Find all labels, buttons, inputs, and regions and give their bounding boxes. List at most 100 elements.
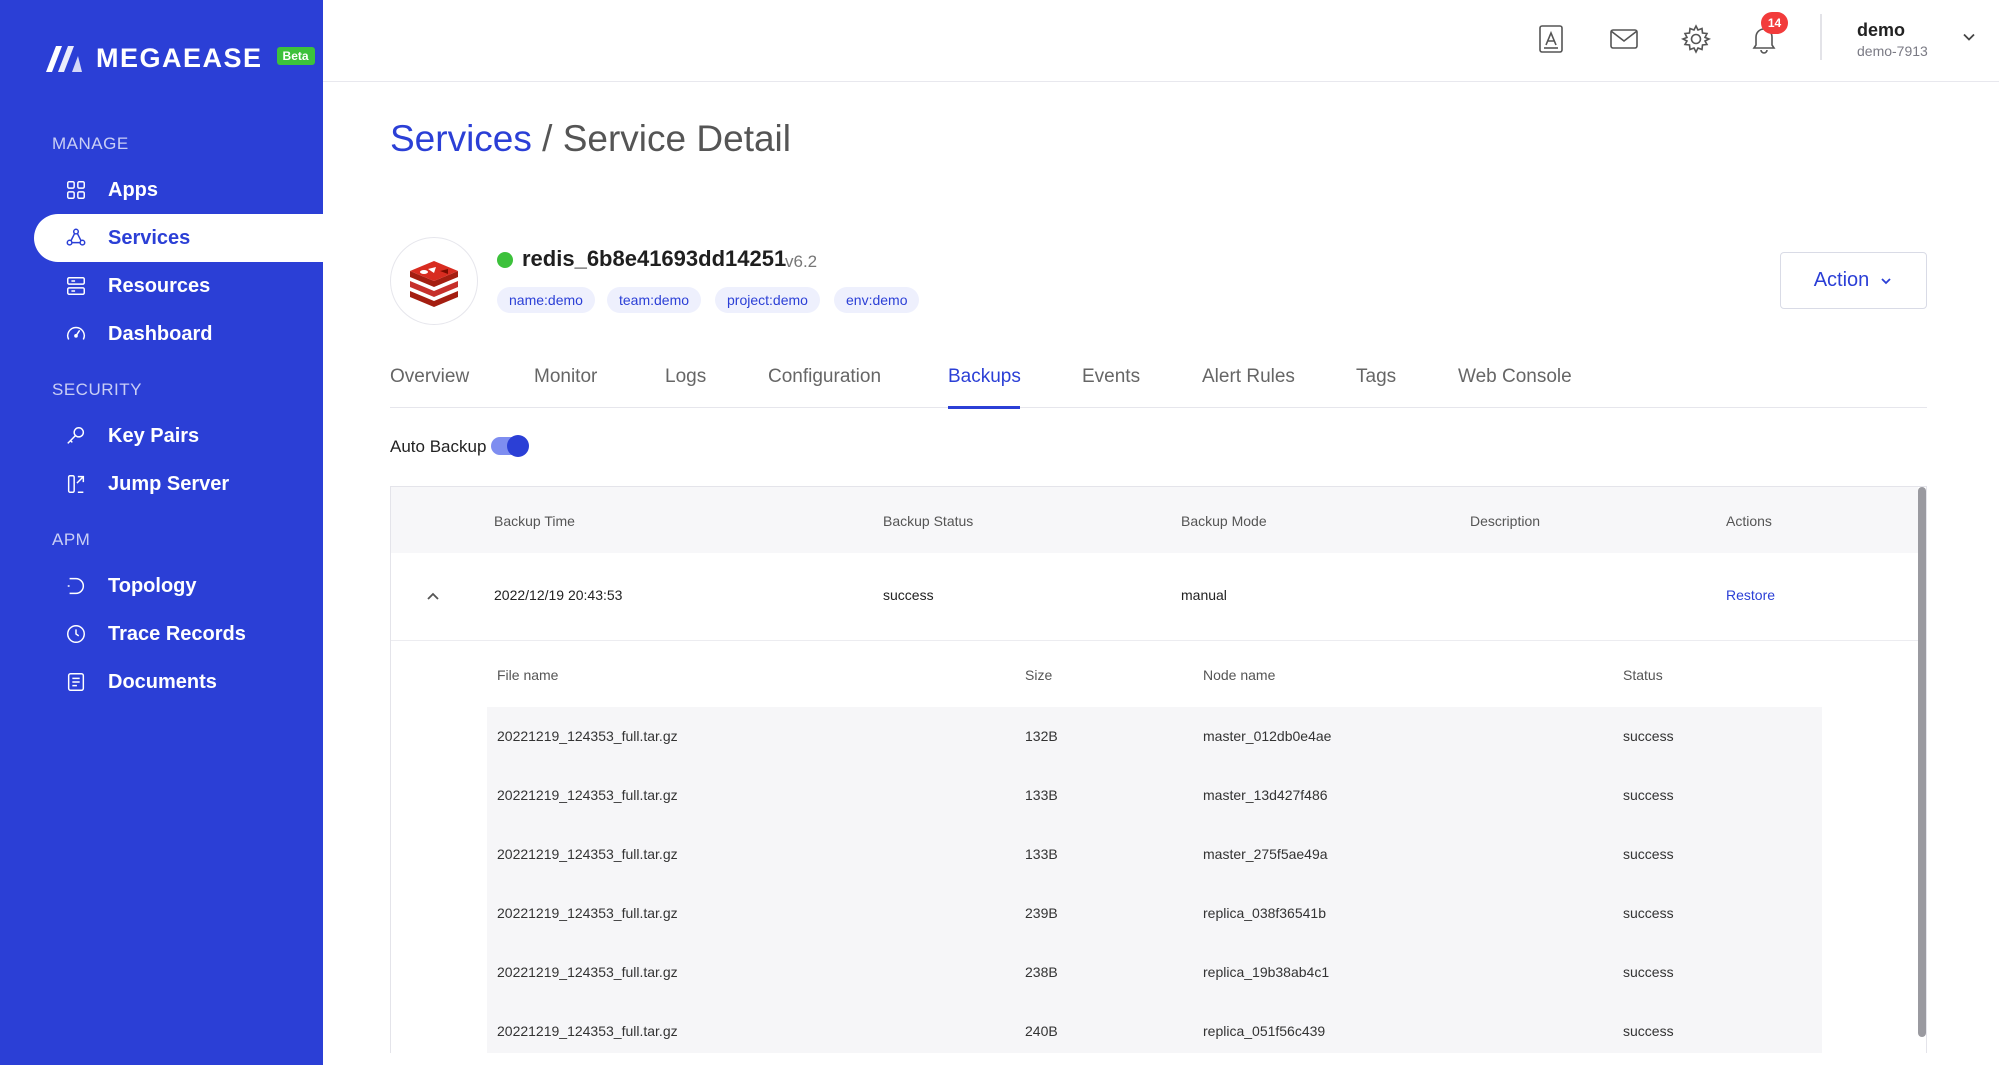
service-version: v6.2 [785, 252, 818, 271]
key-icon [64, 424, 88, 448]
user-id: demo-7913 [1857, 43, 1928, 59]
table-row: 2022/12/19 20:43:53 success manual Resto… [391, 553, 1918, 641]
table-row: 20221219_124353_full.tar.gz 240B replica… [487, 1002, 1822, 1053]
file-size: 238B [1025, 964, 1058, 980]
tab-events[interactable]: Events [1082, 366, 1140, 388]
node-name: master_275f5ae49a [1203, 846, 1328, 862]
sidebar-item-jump-server[interactable]: Jump Server [34, 460, 323, 508]
column-header: Actions [1726, 513, 1772, 529]
sidebar: MEGAEASE Beta MANAGE Apps Services Resou… [0, 0, 323, 1065]
node-name: replica_051f56c439 [1203, 1023, 1326, 1039]
backup-status: success [883, 587, 934, 603]
tab-monitor[interactable]: Monitor [534, 366, 597, 388]
tab-alert-rules[interactable]: Alert Rules [1202, 366, 1295, 388]
chevron-up-icon[interactable] [425, 589, 441, 605]
sidebar-item-trace-records[interactable]: Trace Records [34, 610, 323, 658]
breadcrumb-link-services[interactable]: Services [390, 118, 532, 159]
jump-server-icon [64, 472, 88, 496]
backup-mode: manual [1181, 587, 1227, 603]
tab-backups[interactable]: Backups [948, 366, 1021, 388]
file-name: 20221219_124353_full.tar.gz [497, 787, 678, 803]
service-logo [390, 237, 478, 325]
file-status: success [1623, 1023, 1674, 1039]
node-name: master_012db0e4ae [1203, 728, 1332, 744]
sidebar-item-topology[interactable]: Topology [34, 562, 323, 610]
gear-icon[interactable] [1677, 20, 1715, 58]
file-name: 20221219_124353_full.tar.gz [497, 905, 678, 921]
column-header: Backup Mode [1181, 513, 1267, 529]
megaease-logo-icon [46, 46, 82, 72]
chevron-down-icon [1881, 277, 1891, 284]
sidebar-item-dashboard[interactable]: Dashboard [34, 310, 323, 358]
beta-badge: Beta [276, 47, 315, 65]
file-status: success [1623, 846, 1674, 862]
sidebar-item-apps[interactable]: Apps [34, 166, 323, 214]
section-label-manage: MANAGE [52, 134, 129, 153]
file-name: 20221219_124353_full.tar.gz [497, 1023, 678, 1039]
file-name: 20221219_124353_full.tar.gz [497, 728, 678, 744]
redis-icon [410, 261, 458, 307]
mail-icon[interactable] [1605, 20, 1643, 58]
notification-badge: 14 [1761, 12, 1788, 34]
column-header: Status [1623, 667, 1663, 683]
breadcrumb: Services / Service Detail [390, 118, 791, 160]
sidebar-item-label: Trace Records [108, 622, 246, 645]
files-table-body: 20221219_124353_full.tar.gz 132B master_… [487, 707, 1822, 1053]
restore-link[interactable]: Restore [1726, 587, 1775, 603]
file-name: 20221219_124353_full.tar.gz [497, 964, 678, 980]
topology-icon [64, 574, 88, 598]
table-row: 20221219_124353_full.tar.gz 132B master_… [487, 707, 1822, 766]
column-header: Backup Status [883, 513, 974, 529]
column-header: Backup Time [494, 513, 575, 529]
sidebar-item-services[interactable]: Services [34, 214, 323, 262]
backup-time: 2022/12/19 20:43:53 [494, 587, 623, 603]
column-header: File name [497, 667, 559, 683]
files-table-header: File name Size Node name Status [487, 641, 1822, 707]
sidebar-item-label: Topology [108, 574, 197, 597]
sidebar-item-label: Key Pairs [108, 424, 200, 447]
sidebar-item-label: Services [108, 226, 191, 249]
clock-icon [64, 622, 88, 646]
table-scrollbar[interactable] [1918, 487, 1926, 1037]
tab-tags[interactable]: Tags [1356, 366, 1396, 388]
sidebar-item-label: Resources [108, 274, 211, 297]
translate-icon[interactable] [1532, 20, 1570, 58]
sidebar-item-label: Jump Server [108, 472, 230, 495]
node-name: replica_038f36541b [1203, 905, 1326, 921]
sidebar-item-resources[interactable]: Resources [34, 262, 323, 310]
document-icon [64, 670, 88, 694]
tab-configuration[interactable]: Configuration [768, 366, 881, 388]
sidebar-item-key-pairs[interactable]: Key Pairs [34, 412, 323, 460]
status-dot [497, 252, 513, 268]
chevron-down-icon[interactable] [1960, 28, 1978, 46]
action-button[interactable]: Action [1780, 252, 1927, 309]
tag-team: team:demo [607, 287, 702, 313]
auto-backup-label: Auto Backup [390, 437, 487, 456]
table-row: 20221219_124353_full.tar.gz 239B replica… [487, 884, 1822, 943]
backup-files-table: File name Size Node name Status 20221219… [487, 641, 1822, 1053]
action-button-label: Action [1813, 269, 1870, 291]
sidebar-item-documents[interactable]: Documents [34, 658, 323, 706]
backups-table: Backup Time Backup Status Backup Mode De… [390, 486, 1927, 1053]
file-size: 133B [1025, 787, 1058, 803]
header-divider [1820, 14, 1822, 60]
auto-backup-toggle[interactable] [491, 435, 529, 457]
user-name[interactable]: demo [1857, 20, 1905, 41]
brand-logo[interactable]: MEGAEASE Beta [44, 42, 315, 74]
tab-web-console[interactable]: Web Console [1458, 366, 1572, 388]
file-size: 240B [1025, 1023, 1058, 1039]
table-row: 20221219_124353_full.tar.gz 238B replica… [487, 943, 1822, 1002]
file-status: success [1623, 728, 1674, 744]
sidebar-item-label: Documents [108, 670, 217, 693]
tab-overview[interactable]: Overview [390, 366, 469, 388]
sidebar-item-label: Dashboard [108, 322, 213, 345]
sidebar-item-label: Apps [108, 178, 158, 201]
file-status: success [1623, 787, 1674, 803]
column-header: Node name [1203, 667, 1276, 683]
tag-name: name:demo [497, 287, 595, 313]
tab-logs[interactable]: Logs [665, 366, 706, 388]
brand-name: MEGAEASE [96, 42, 263, 73]
table-row: 20221219_124353_full.tar.gz 133B master_… [487, 766, 1822, 825]
file-size: 132B [1025, 728, 1058, 744]
tab-bar: Overview Monitor Logs Configuration Back… [390, 354, 1927, 408]
